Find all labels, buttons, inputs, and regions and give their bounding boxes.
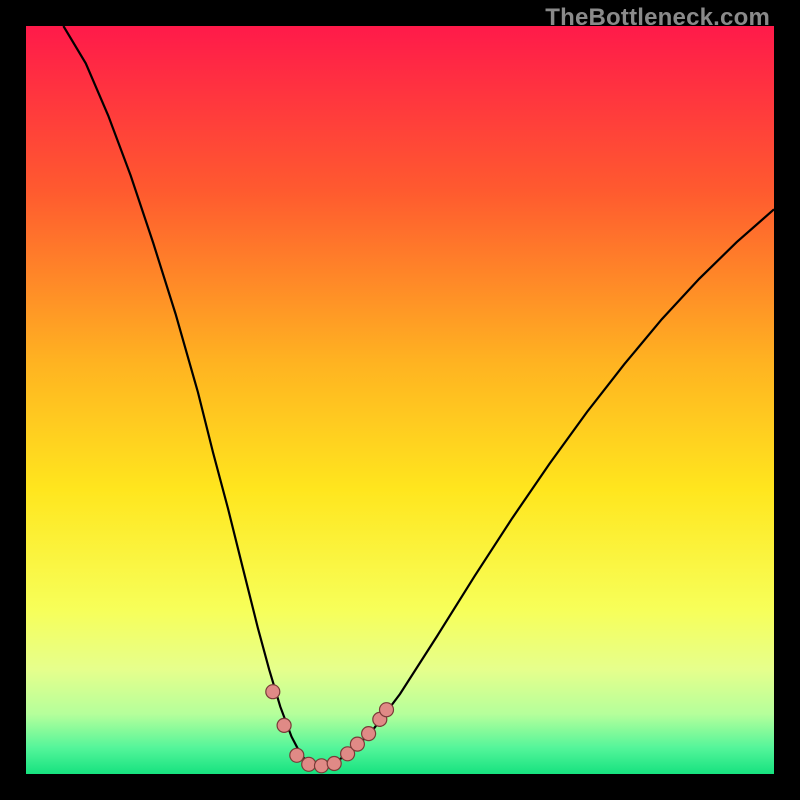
data-marker — [266, 685, 280, 699]
data-marker — [362, 727, 376, 741]
data-marker — [302, 757, 316, 771]
gradient-background — [26, 26, 774, 774]
data-marker — [290, 748, 304, 762]
data-marker — [315, 759, 329, 773]
bottleneck-chart — [26, 26, 774, 774]
data-marker — [350, 737, 364, 751]
plot-frame — [26, 26, 774, 774]
data-marker — [327, 757, 341, 771]
data-marker — [380, 703, 394, 717]
data-marker — [277, 718, 291, 732]
